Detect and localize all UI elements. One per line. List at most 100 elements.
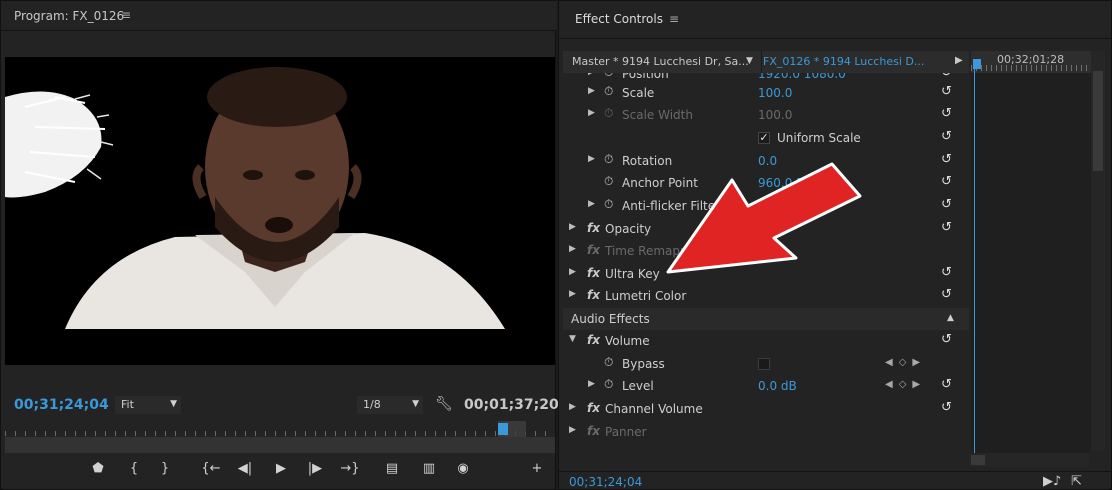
play-icon[interactable]: ▶ [270,461,292,479]
expand-arrow-icon[interactable]: ▶ [569,425,576,435]
effect-row[interactable]: ⏱ Bypass ◀◇▶ [563,353,969,375]
expand-arrow-icon[interactable]: ▶ [588,379,595,389]
premiere-workspace: Program: FX_0126 ≡ 00;31;24;04 Fit ▼ 1/8… [0,0,1112,490]
expand-arrow-icon[interactable]: ▶ [569,402,576,412]
stopwatch-icon[interactable]: ⏱ [604,174,613,189]
effect-row[interactable]: ✓ Uniform Scale ↺ [563,127,969,149]
settings-wrench-icon[interactable]: 🔧︎ [435,396,453,412]
fx-toggle-icon[interactable]: fx [587,424,600,438]
stopwatch-icon[interactable]: ⏱ [604,152,613,167]
effect-row[interactable]: ▶ ⏱ Scale 100.0 ↺ [563,82,969,104]
effect-row[interactable]: ▼ fx Volume ↺ [563,330,969,352]
reset-icon[interactable]: ↺ [941,377,952,392]
sequence-clip-label[interactable]: FX_0126 * 9194 Lucchesi D... [763,55,924,68]
reset-icon[interactable]: ↺ [941,73,952,80]
reset-icon[interactable]: ↺ [941,332,952,347]
export-icon[interactable]: ⇱ [1071,474,1082,489]
show-timeline-toggle-icon[interactable]: ▶ [955,55,963,66]
panel-menu-icon[interactable]: ≡ [121,8,131,22]
zoom-level-select[interactable]: Fit ▼ [115,396,181,414]
effect-row[interactable]: ▶ ⏱ Scale Width 100.0 ↺ [563,104,969,126]
reset-icon[interactable]: ↺ [941,129,952,144]
horizontal-scrollbar[interactable] [969,453,1089,467]
add-button-icon[interactable]: + [526,461,548,479]
property-value[interactable]: 1920.0 1080.0 [758,73,846,81]
reset-icon[interactable]: ↺ [941,152,952,167]
reset-icon[interactable]: ↺ [941,287,952,302]
step-back-icon[interactable]: ◀| [234,461,256,479]
expand-arrow-icon[interactable]: ▶ [569,289,576,299]
reset-icon[interactable]: ↺ [941,84,952,99]
export-frame-icon[interactable]: ◉ [452,461,474,479]
stopwatch-icon[interactable]: ⏱ [604,355,613,370]
expand-arrow-icon[interactable]: ▶ [569,267,576,277]
fx-toggle-icon[interactable]: fx [587,266,600,280]
footer-timecode[interactable]: 00;31;24;04 [569,475,642,489]
extract-icon[interactable]: ▥ [418,461,440,479]
expand-arrow-icon[interactable]: ▶ [588,73,595,77]
expand-arrow-icon[interactable]: ▶ [588,154,595,164]
program-monitor-title[interactable]: Program: FX_0126 [14,9,124,23]
effect-controls-tab[interactable]: Effect Controls [575,12,663,26]
reset-icon[interactable]: ↺ [941,197,952,212]
effect-label: Channel Volume [605,402,703,416]
scrollbar-thumb[interactable] [1093,71,1103,171]
lift-icon[interactable]: ▤ [381,461,403,479]
mark-in-icon[interactable]: { [123,461,145,479]
property-value[interactable]: 0.0 dB [758,379,797,393]
expand-arrow-icon[interactable]: ▶ [588,86,595,96]
keyframe-navigator[interactable]: ◀◇▶ [885,379,926,390]
mini-timeline-area[interactable] [971,73,1091,453]
master-clip-label[interactable]: Master * 9194 Lucchesi Dr, Sa... [572,55,749,68]
expand-arrow-icon[interactable]: ▶ [569,222,576,232]
keyframe-navigator[interactable]: ◀◇▶ [885,357,926,368]
fx-toggle-icon[interactable]: fx [587,243,600,257]
uniform-scale-checkbox[interactable]: ✓ [758,132,770,144]
stopwatch-icon[interactable]: ⏱ [604,84,613,99]
expand-arrow-icon[interactable]: ▼ [569,334,576,344]
playhead-handle[interactable] [498,423,508,435]
go-to-out-icon[interactable]: →} [339,461,361,479]
stopwatch-icon[interactable]: ⏱ [604,73,613,80]
effect-row[interactable]: ▶ ⏱ Level 0.0 dB ◀◇▶ ↺ [563,375,969,397]
property-value[interactable]: 100.0 [758,108,792,122]
effect-row[interactable]: ▶ fx Channel Volume ↺ [563,398,969,420]
reset-icon[interactable]: ↺ [941,106,952,121]
reset-icon[interactable]: ↺ [941,265,952,280]
time-ruler[interactable] [5,421,555,437]
expand-arrow-icon[interactable]: ▶ [569,244,576,254]
collapse-section-icon[interactable]: ▲ [947,313,954,323]
effect-controls-header: Effect Controls ≡ [559,1,1112,39]
property-label: Uniform Scale [777,131,861,145]
effect-row[interactable]: Audio Effects ▲ [563,308,969,330]
fx-toggle-icon[interactable]: fx [587,221,600,235]
play-audio-icon[interactable]: ▶♪ [1043,474,1061,489]
chevron-down-icon[interactable]: ▼ [746,56,753,66]
bypass-checkbox[interactable] [758,358,770,370]
stopwatch-icon[interactable]: ⏱ [604,377,613,392]
go-to-in-icon[interactable]: {← [200,461,222,479]
panel-menu-icon[interactable]: ≡ [669,12,679,26]
mark-out-icon[interactable]: } [154,461,176,479]
fx-toggle-icon[interactable]: fx [587,333,600,347]
marker-icon[interactable]: ⬟ [87,461,109,479]
zoom-scrollbar[interactable] [5,437,555,453]
step-forward-icon[interactable]: |▶ [304,461,326,479]
vertical-scrollbar[interactable] [1091,51,1105,451]
playhead-timecode[interactable]: 00;31;24;04 [14,397,109,413]
property-value[interactable]: 100.0 [758,86,792,100]
stopwatch-icon[interactable]: ⏱ [604,197,613,212]
stopwatch-icon[interactable]: ⏱ [604,106,613,121]
reset-icon[interactable]: ↺ [941,220,952,235]
fx-toggle-icon[interactable]: fx [587,288,600,302]
reset-icon[interactable]: ↺ [941,400,952,415]
scrollbar-thumb[interactable] [971,455,985,465]
playback-resolution-select[interactable]: 1/8 ▼ [357,396,423,414]
fx-toggle-icon[interactable]: fx [587,401,600,415]
reset-icon[interactable]: ↺ [941,174,952,189]
effect-row[interactable]: ▶ fx Lumetri Color ↺ [563,285,969,307]
effect-row[interactable]: ▶ fx Panner [563,421,969,443]
expand-arrow-icon[interactable]: ▶ [588,108,595,118]
mini-timeline-header[interactable]: 00;32;01;28 [971,51,1091,73]
expand-arrow-icon[interactable]: ▶ [588,199,595,209]
